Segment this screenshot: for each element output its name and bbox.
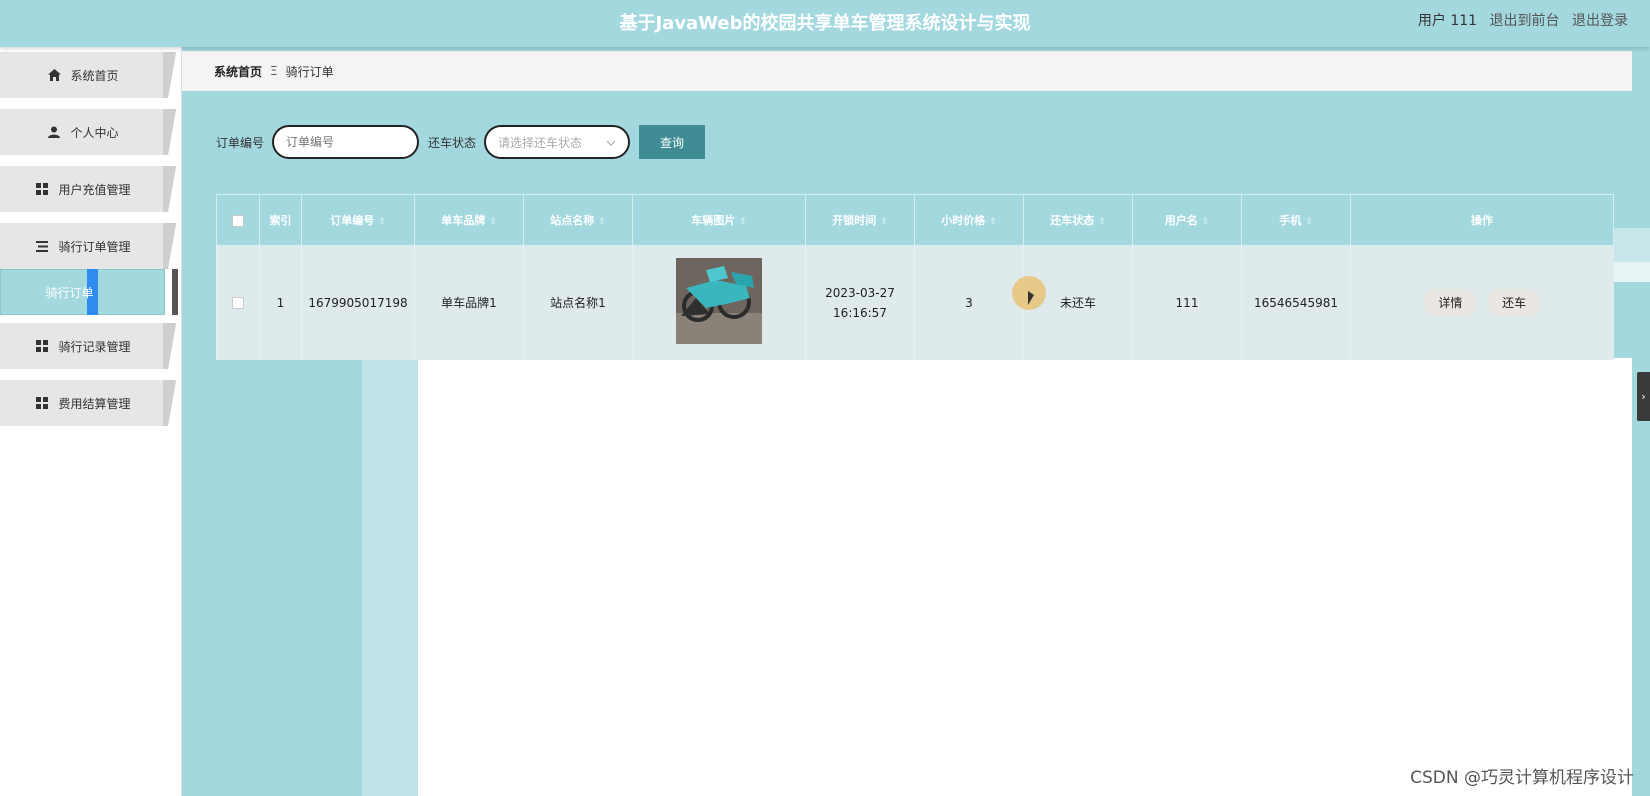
column-header[interactable]: 用户名 ⇕ <box>1132 194 1242 246</box>
order-no-input[interactable] <box>272 125 420 159</box>
sort-icon[interactable]: ⇕ <box>489 217 497 227</box>
order-no-label: 订单编号 <box>216 135 265 150</box>
cell-order-no: 1679905017198 <box>301 245 415 360</box>
cell-index: 1 <box>259 245 302 360</box>
sidebar-item-label: 费用结算管理 <box>58 396 131 411</box>
chevron-right-icon: › <box>1641 390 1646 403</box>
column-header[interactable]: 小时价格 ⇕ <box>914 194 1024 246</box>
user-area: 用户 111 退出到前台 退出登录 <box>1410 10 1628 30</box>
sidebar-item-label: 系统首页 <box>70 68 119 83</box>
column-header[interactable]: 手机 ⇕ <box>1241 194 1351 246</box>
logout-link[interactable]: 退出登录 <box>1572 13 1628 29</box>
sort-icon[interactable]: ⇕ <box>378 217 386 227</box>
bike-photo[interactable] <box>676 258 762 345</box>
top-bar: 基于JavaWeb的校园共享单车管理系统设计与实现 用户 111 退出到前台 退… <box>0 0 1650 47</box>
sort-icon[interactable]: ⇕ <box>739 217 747 227</box>
grid-icon <box>34 338 50 354</box>
row-checkbox[interactable] <box>232 297 244 310</box>
column-header: 索引 <box>259 194 302 246</box>
select-all-cell <box>216 194 260 246</box>
user-label: 用户 111 <box>1417 13 1478 29</box>
sidebar-item-label: 骑行订单管理 <box>58 239 131 254</box>
sidebar-item-ride-orders[interactable]: 骑行订单管理 <box>0 223 182 269</box>
query-button[interactable]: 查询 <box>639 125 706 159</box>
sidebar-item-label: 个人中心 <box>70 125 119 140</box>
select-all-checkbox[interactable] <box>232 214 244 227</box>
edge-band-light <box>1610 262 1650 282</box>
return-status-select[interactable]: 请选择还车状态 <box>484 125 631 159</box>
breadcrumb-current: 骑行订单 <box>285 64 334 79</box>
sidebar-subitem-ride-order[interactable]: 骑行订单 <box>0 269 182 315</box>
search-form: 订单编号 还车状态 请选择还车状态 查询 <box>216 125 706 159</box>
cell-station: 站点名称1 <box>523 245 633 360</box>
sort-icon[interactable]: ⇕ <box>1098 217 1106 227</box>
sidebar-item-home[interactable]: 系统首页 <box>0 52 182 98</box>
cell-actions: 详情 还车 <box>1350 245 1614 360</box>
sort-icon[interactable]: ⇕ <box>598 217 606 227</box>
table-header-row: 索引 订单编号 ⇕ 单车品牌 ⇕ 站点名称 ⇕ 车辆图片 ⇕ 开锁时间 ⇕ 小时价格 ⇕ 还… <box>216 194 1614 246</box>
sidebar-item-label: 用户充值管理 <box>58 182 131 197</box>
column-header[interactable]: 还车状态 ⇕ <box>1023 194 1133 246</box>
cell-phone: 16546545981 <box>1241 245 1351 360</box>
row-select-cell <box>216 245 260 360</box>
chevron-down-icon <box>606 135 616 149</box>
watermark: CSDN @巧灵计算机程序设计 <box>1410 768 1634 788</box>
sidebar-item-label: 骑行订单 <box>45 285 94 300</box>
sidebar-item-ride-records[interactable]: 骑行记录管理 <box>0 323 182 369</box>
mouse-pointer-icon <box>1028 291 1034 305</box>
sidebar-item-settlement[interactable]: 费用结算管理 <box>0 380 182 426</box>
sort-icon[interactable]: ⇕ <box>1202 217 1210 227</box>
user-icon <box>46 124 62 140</box>
cell-hour-price: 3 <box>914 245 1024 360</box>
side-panel-toggle[interactable]: › <box>1637 372 1650 421</box>
breadcrumb-separator: Ξ <box>270 64 278 78</box>
list-icon <box>34 238 50 254</box>
cell-image <box>632 245 806 360</box>
sort-icon[interactable]: ⇕ <box>880 217 888 227</box>
sort-icon[interactable]: ⇕ <box>989 217 997 227</box>
sidebar: 系统首页 个人中心 用户充值管理 骑行订单管理 骑行订单 骑行记录管理 费用结算… <box>0 47 182 796</box>
sort-icon[interactable]: ⇕ <box>1305 217 1313 227</box>
home-icon <box>46 67 62 83</box>
grid-icon <box>34 181 50 197</box>
sidebar-item-profile[interactable]: 个人中心 <box>0 109 182 155</box>
return-bike-button[interactable]: 还车 <box>1488 289 1541 317</box>
orders-table: 索引 订单编号 ⇕ 单车品牌 ⇕ 站点名称 ⇕ 车辆图片 ⇕ 开锁时间 ⇕ 小时价格 ⇕ 还… <box>216 194 1614 360</box>
app-title: 基于JavaWeb的校园共享单车管理系统设计与实现 <box>619 13 1031 34</box>
sidebar-item-recharge[interactable]: 用户充值管理 <box>0 166 182 212</box>
breadcrumb-home[interactable]: 系统首页 <box>214 63 262 80</box>
return-status-label: 还车状态 <box>428 135 477 150</box>
column-header[interactable]: 订单编号 ⇕ <box>301 194 415 246</box>
breadcrumb: 系统首页 Ξ 骑行订单 <box>182 51 1632 91</box>
column-header[interactable]: 开锁时间 ⇕ <box>805 194 915 246</box>
table-row: 1 1679905017198 单车品牌1 站点名称1 2023-03-27 1… <box>216 245 1614 360</box>
content-band <box>362 358 418 796</box>
grid-icon <box>34 395 50 411</box>
column-header[interactable]: 单车品牌 ⇕ <box>414 194 524 246</box>
column-header[interactable]: 站点名称 ⇕ <box>523 194 633 246</box>
content-panel <box>418 358 1632 796</box>
column-header[interactable]: 车辆图片 ⇕ <box>632 194 806 246</box>
detail-button[interactable]: 详情 <box>1424 289 1477 317</box>
cell-brand: 单车品牌1 <box>414 245 524 360</box>
edge-band <box>1610 228 1650 262</box>
sidebar-item-label: 骑行记录管理 <box>58 339 131 354</box>
back-to-front-link[interactable]: 退出到前台 <box>1490 13 1560 29</box>
cell-unlock-time: 2023-03-27 16:16:57 <box>805 245 915 360</box>
cell-username: 111 <box>1132 245 1242 360</box>
return-status-placeholder: 请选择还车状态 <box>498 135 583 150</box>
column-header: 操作 <box>1350 194 1614 246</box>
